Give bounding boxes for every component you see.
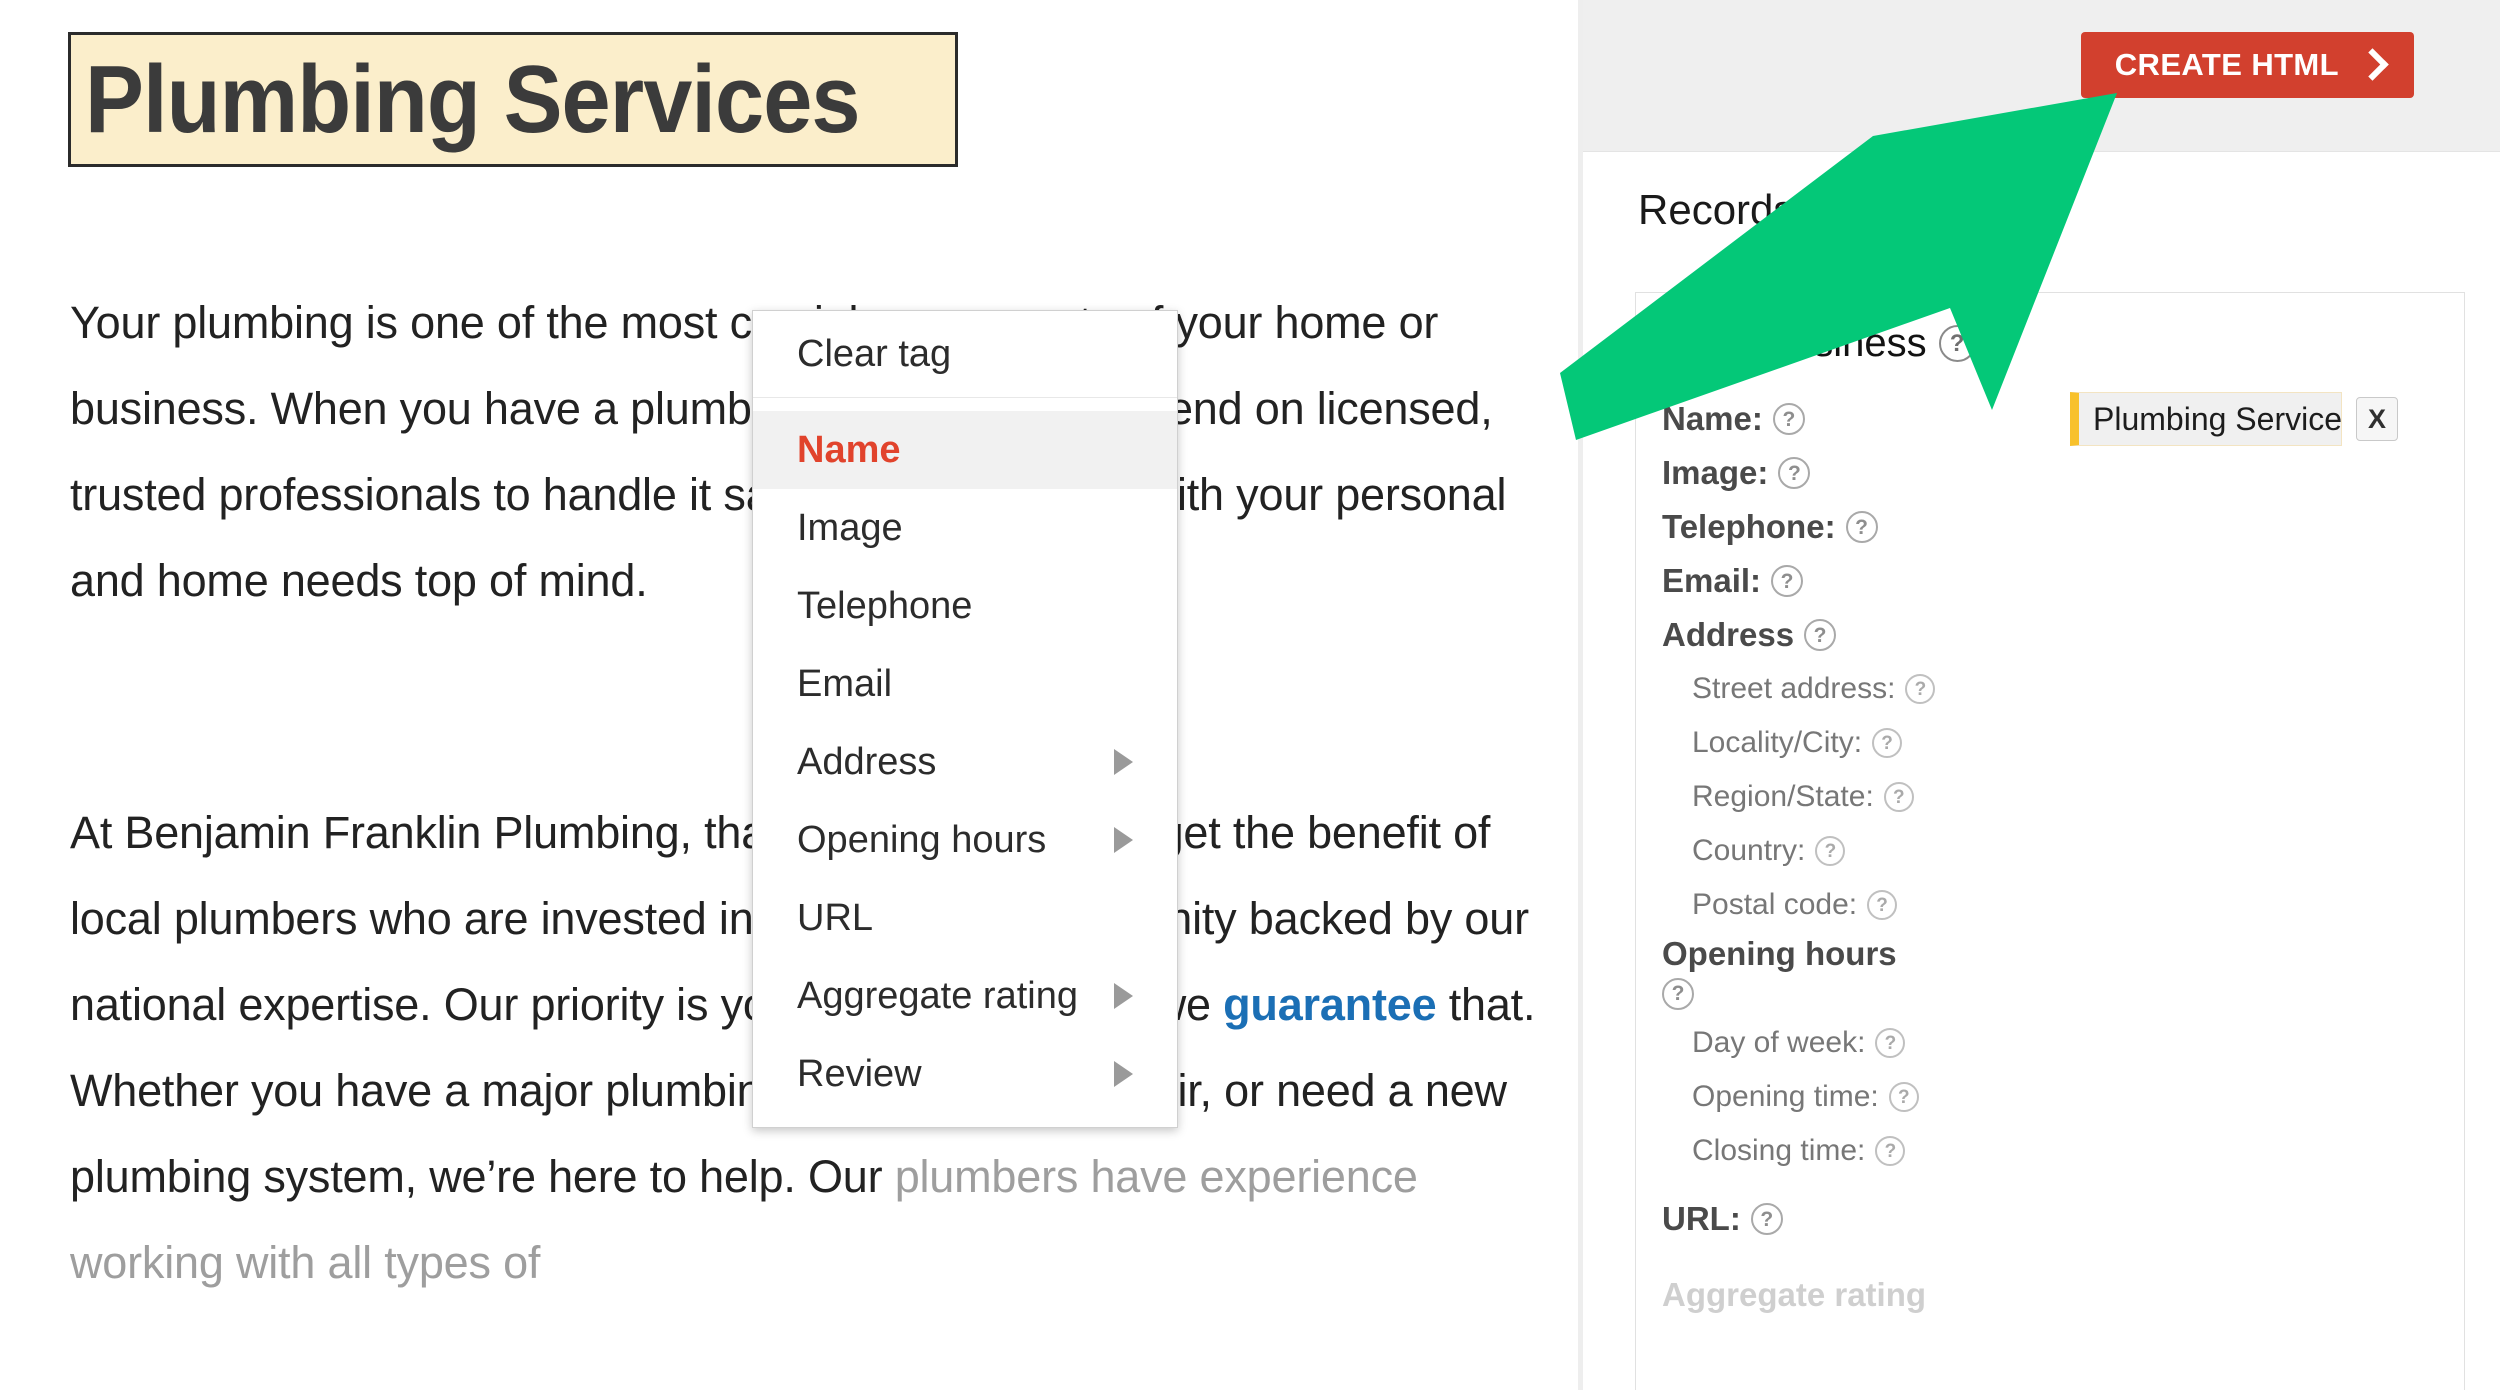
menu-item-address-label: Address — [797, 741, 937, 783]
menu-item-image-label: Image — [797, 507, 903, 549]
help-icon[interactable]: ? — [1815, 836, 1846, 866]
help-icon[interactable]: ? — [1771, 565, 1804, 597]
field-row-closing-time: Closing time: ? — [1662, 1124, 2438, 1178]
menu-item-opening-hours[interactable]: Opening hours — [753, 801, 1177, 879]
field-label-street-address: Street address: — [1692, 672, 1896, 705]
field-row-telephone: Telephone: ? — [1662, 500, 2438, 554]
field-row-region: Region/State: ? — [1662, 770, 2438, 824]
create-html-button-label: CREATE HTML — [2114, 47, 2339, 82]
opening-hours-help-row: ? — [1662, 976, 2438, 1016]
help-icon[interactable]: ? — [1662, 977, 1694, 1010]
record-type-label: Local business — [1662, 321, 1927, 365]
record-type-heading: Local business ? — [1662, 321, 2438, 366]
field-label-day-of-week: Day of week: — [1692, 1026, 1866, 1059]
name-value-group: Plumbing Services X — [2070, 392, 2398, 446]
help-icon[interactable]: ? — [1872, 728, 1903, 758]
records-count-title: Records (1) — [1638, 186, 1858, 233]
field-row-street-address: Street address: ? — [1662, 662, 2438, 716]
record-toolbar: CREATE HTML — [1583, 0, 2500, 152]
field-row-locality: Locality/City: ? — [1662, 716, 2438, 770]
menu-item-aggregate-rating-label: Aggregate rating — [797, 975, 1078, 1017]
submenu-caret-icon — [1114, 983, 1133, 1009]
record-editor-pane: CREATE HTML Records (1) Local business ?… — [1583, 0, 2500, 1390]
submenu-caret-icon — [1114, 1061, 1133, 1087]
help-icon[interactable]: ? — [1750, 1203, 1783, 1235]
help-icon[interactable]: ? — [1883, 782, 1914, 812]
menu-item-name[interactable]: Name — [753, 411, 1177, 489]
field-label-opening-time: Opening time: — [1692, 1080, 1879, 1113]
field-row-postal-code: Postal code: ? — [1662, 878, 2438, 932]
name-value-field[interactable]: Plumbing Services — [2070, 392, 2342, 446]
menu-item-address[interactable]: Address — [753, 723, 1177, 801]
field-label-locality: Locality/City: — [1692, 726, 1863, 759]
menu-gap — [753, 398, 1177, 411]
help-icon[interactable]: ? — [1875, 1136, 1906, 1166]
guarantee-link[interactable]: guarantee — [1223, 979, 1436, 1030]
help-icon[interactable]: ? — [1778, 457, 1811, 489]
field-row-email: Email: ? — [1662, 554, 2438, 608]
tag-context-menu[interactable]: Clear tag Name Image Telephone Email Add… — [752, 310, 1178, 1128]
field-label-region: Region/State: — [1692, 780, 1874, 813]
field-label-email: Email: — [1662, 562, 1762, 599]
help-icon[interactable]: ? — [1772, 403, 1805, 435]
menu-item-review[interactable]: Review — [753, 1035, 1177, 1113]
pane-divider — [1578, 0, 1583, 1390]
menu-item-telephone[interactable]: Telephone — [753, 567, 1177, 645]
submenu-caret-icon — [1114, 827, 1133, 853]
help-icon[interactable]: ? — [1905, 674, 1936, 704]
field-group-opening-hours: Opening hours ? — [1662, 932, 2438, 1016]
menu-item-url[interactable]: URL — [753, 879, 1177, 957]
field-row-url: URL: ? — [1662, 1192, 2438, 1246]
field-label-closing-time: Closing time: — [1692, 1134, 1866, 1167]
help-icon[interactable]: ? — [1888, 1082, 1919, 1112]
clear-name-value-button[interactable]: X — [2356, 397, 2398, 441]
field-label-country: Country: — [1692, 834, 1806, 867]
field-row-country: Country: ? — [1662, 824, 2438, 878]
help-icon[interactable]: ? — [1867, 890, 1898, 920]
field-row-opening-time: Opening time: ? — [1662, 1070, 2438, 1124]
field-label-telephone: Telephone: — [1662, 508, 1836, 545]
field-row-day-of-week: Day of week: ? — [1662, 1016, 2438, 1070]
menu-item-opening-hours-label: Opening hours — [797, 819, 1047, 861]
tagged-heading-highlight[interactable]: Plumbing Services — [68, 32, 958, 167]
field-label-opening-hours: Opening hours — [1662, 935, 1897, 972]
field-label-address: Address — [1662, 616, 1795, 653]
menu-item-name-label: Name — [797, 429, 901, 471]
create-html-button[interactable]: CREATE HTML — [2080, 32, 2414, 98]
field-row-image: Image: ? — [1662, 446, 2438, 500]
field-group-address: Address ? — [1662, 608, 2438, 662]
menu-item-image[interactable]: Image — [753, 489, 1177, 567]
field-row-name: Name: ? Plumbing Services X — [1662, 392, 2438, 446]
menu-item-review-label: Review — [797, 1053, 922, 1095]
submenu-caret-icon — [1114, 749, 1133, 775]
field-label-url: URL: — [1662, 1200, 1741, 1237]
menu-item-url-label: URL — [797, 897, 874, 939]
field-group-aggregate-rating: Aggregate rating — [1662, 1268, 2438, 1322]
chevron-right-icon — [2356, 47, 2389, 81]
menu-item-email[interactable]: Email — [753, 645, 1177, 723]
menu-item-aggregate-rating[interactable]: Aggregate rating — [753, 957, 1177, 1035]
field-label-name: Name: — [1662, 400, 1763, 437]
menu-item-clear-tag[interactable]: Clear tag — [753, 311, 1177, 397]
field-label-image: Image: — [1662, 454, 1769, 491]
field-label-aggregate-rating: Aggregate rating — [1662, 1276, 1927, 1313]
record-card: Local business ? Name: ? Plumbing Servic… — [1635, 292, 2465, 1390]
help-icon[interactable]: ? — [1938, 325, 1976, 362]
help-icon[interactable]: ? — [1845, 511, 1878, 543]
menu-item-email-label: Email — [797, 663, 893, 705]
help-icon[interactable]: ? — [1875, 1028, 1906, 1058]
help-icon[interactable]: ? — [1804, 619, 1837, 651]
tagged-heading-text: Plumbing Services — [85, 45, 861, 153]
menu-item-telephone-label: Telephone — [797, 585, 973, 627]
field-label-postal-code: Postal code: — [1692, 888, 1858, 921]
